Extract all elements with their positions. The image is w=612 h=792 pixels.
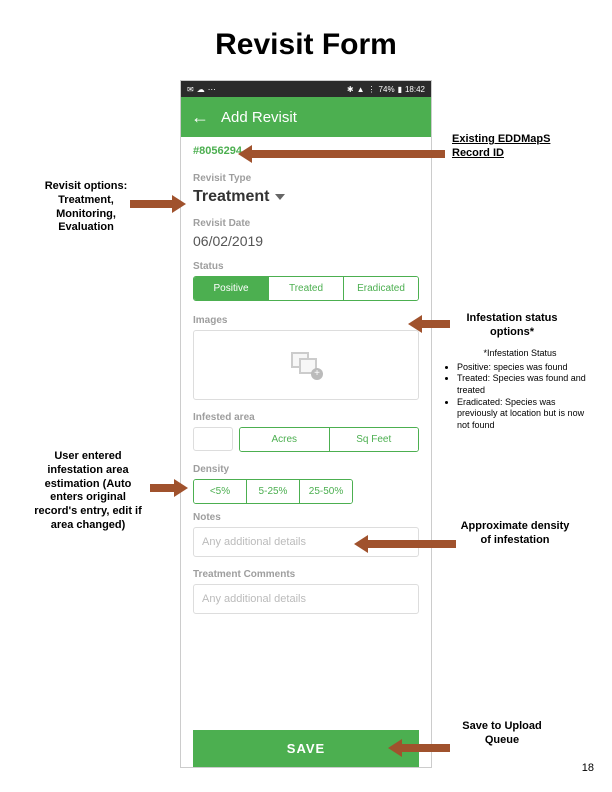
revisit-type-label: Revisit Type bbox=[193, 173, 419, 184]
callout-record-id: Existing EDDMapS Record ID bbox=[452, 133, 562, 161]
density-5to25[interactable]: 5-25% bbox=[247, 480, 300, 503]
battery-icon: ▮ bbox=[398, 85, 402, 94]
infested-area-label: Infested area bbox=[193, 412, 419, 423]
phone-frame: ✉ ☁ ⋯ ✱ ▲ ⋮ 74% ▮ 18:42 ← Add Revisit #8… bbox=[180, 80, 432, 768]
signal-icon: ⋮ bbox=[368, 85, 376, 94]
footnote-item: Eradicated: Species was previously at lo… bbox=[457, 397, 595, 432]
density-label: Density bbox=[193, 464, 419, 475]
status-option-eradicated[interactable]: Eradicated bbox=[344, 277, 418, 300]
back-arrow-icon[interactable]: ← bbox=[191, 107, 209, 128]
app-bar: ← Add Revisit bbox=[181, 97, 431, 137]
area-unit-segmented: Acres Sq Feet bbox=[239, 427, 419, 452]
footnote-item: Treated: Species was found and treated bbox=[457, 373, 595, 396]
form-content: #8056294 Revisit Type Treatment Revisit … bbox=[181, 137, 431, 767]
status-segmented: Positive Treated Eradicated bbox=[193, 276, 419, 301]
treatment-comments-label: Treatment Comments bbox=[193, 569, 419, 580]
status-label: Status bbox=[193, 261, 419, 272]
notes-label: Notes bbox=[193, 512, 419, 523]
callout-area-entry: User entered infestation area estimation… bbox=[28, 450, 148, 533]
footnote-item: Positive: species was found bbox=[457, 362, 595, 374]
revisit-date-value[interactable]: 06/02/2019 bbox=[193, 233, 419, 249]
revisit-type-dropdown[interactable]: Treatment bbox=[193, 188, 419, 206]
images-add-box[interactable]: + bbox=[193, 330, 419, 400]
density-lt5[interactable]: <5% bbox=[194, 480, 247, 503]
notif-icon: ✉ bbox=[187, 85, 194, 94]
revisit-date-label: Revisit Date bbox=[193, 218, 419, 229]
footnote-title: *Infestation Status bbox=[445, 348, 595, 360]
footnote-status: *Infestation Status Positive: species wa… bbox=[445, 348, 595, 432]
page-number: 18 bbox=[582, 762, 594, 774]
density-25to50[interactable]: 25-50% bbox=[300, 480, 352, 503]
callout-save: Save to Upload Queue bbox=[452, 720, 552, 748]
unit-sqfeet[interactable]: Sq Feet bbox=[330, 428, 419, 451]
status-option-positive[interactable]: Positive bbox=[194, 277, 269, 300]
revisit-type-value: Treatment bbox=[193, 188, 269, 206]
callout-status-options: Infestation status options* bbox=[452, 312, 572, 340]
unit-acres[interactable]: Acres bbox=[240, 428, 330, 451]
infested-area-input[interactable] bbox=[193, 427, 233, 451]
notif-icon: ☁ bbox=[197, 85, 205, 94]
wifi-icon: ▲ bbox=[357, 85, 365, 94]
caret-down-icon bbox=[275, 194, 285, 200]
treatment-comments-input[interactable]: Any additional details bbox=[193, 584, 419, 614]
callout-density: Approximate density of infestation bbox=[460, 520, 570, 548]
save-button[interactable]: SAVE bbox=[193, 730, 419, 767]
android-status-bar: ✉ ☁ ⋯ ✱ ▲ ⋮ 74% ▮ 18:42 bbox=[181, 81, 431, 97]
image-placeholder-icon: + bbox=[291, 352, 321, 378]
density-segmented: <5% 5-25% 25-50% bbox=[193, 479, 353, 504]
app-bar-title: Add Revisit bbox=[221, 109, 297, 126]
page-title: Revisit Form bbox=[0, 28, 612, 62]
battery-text: 74% bbox=[379, 85, 395, 94]
callout-revisit-options: Revisit options: Treatment, Monitoring, … bbox=[36, 180, 136, 235]
clock-text: 18:42 bbox=[405, 85, 425, 94]
status-option-treated[interactable]: Treated bbox=[269, 277, 344, 300]
bluetooth-icon: ✱ bbox=[347, 85, 354, 94]
notif-icon: ⋯ bbox=[208, 85, 216, 94]
images-label: Images bbox=[193, 315, 419, 326]
